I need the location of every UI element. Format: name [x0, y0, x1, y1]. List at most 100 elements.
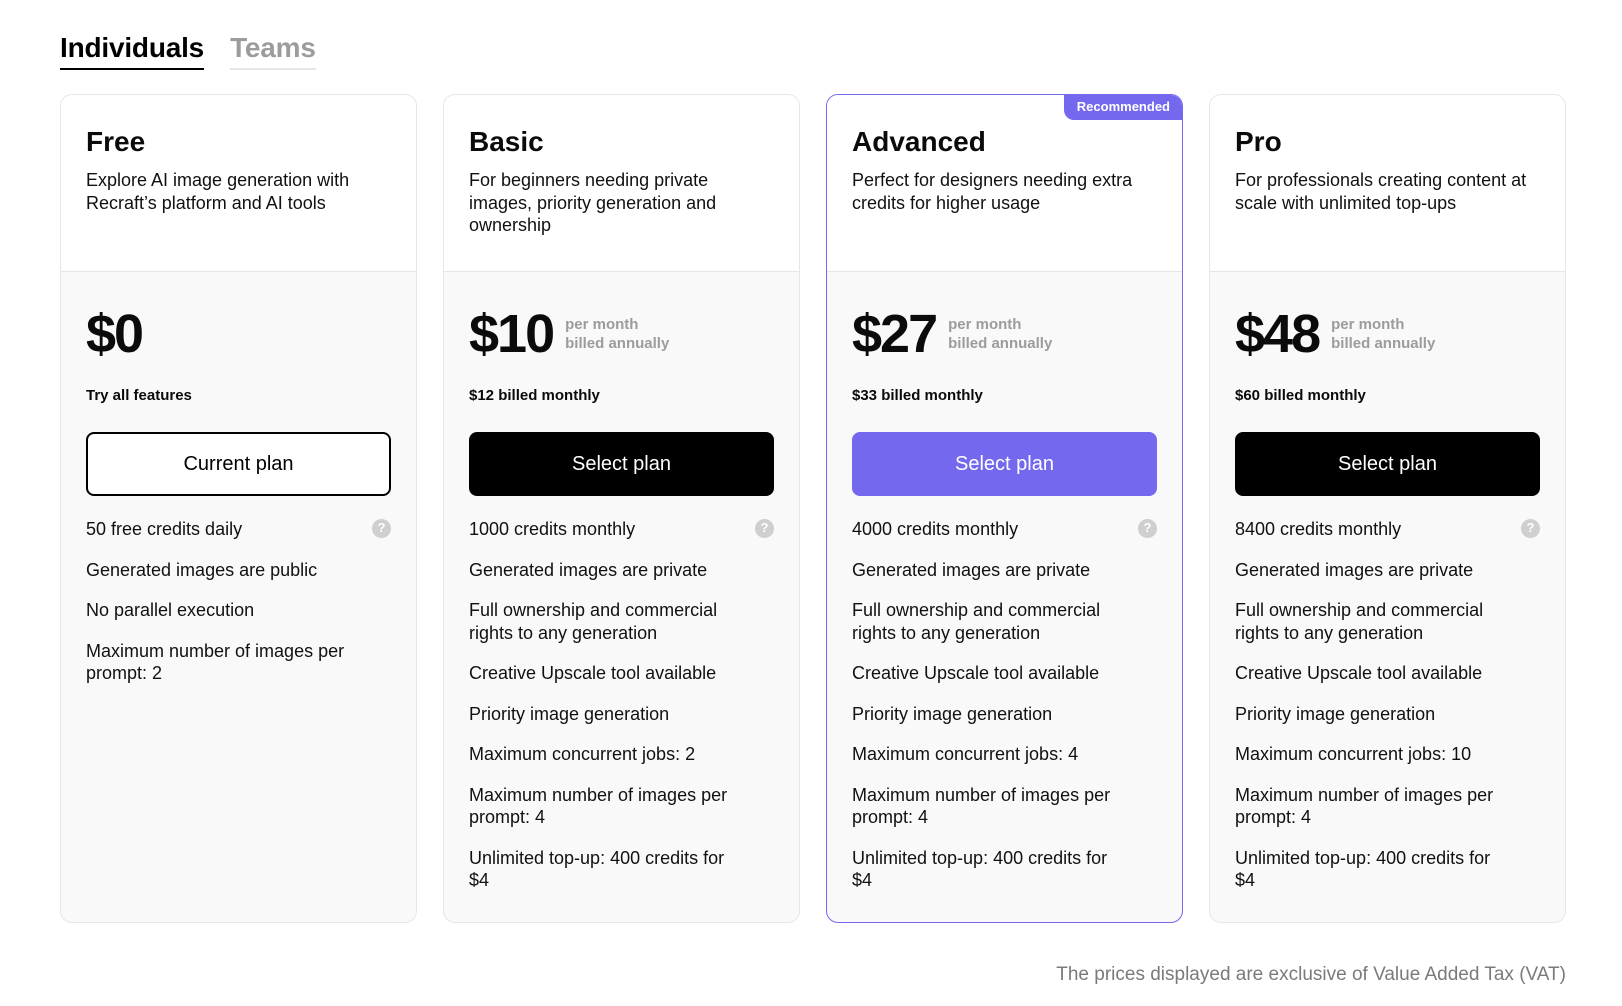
plan-body: $27 per month billed annually $33 billed… [827, 272, 1182, 910]
plan-header: Basic For beginners needing private imag… [444, 95, 799, 272]
recommended-badge: Recommended [1063, 95, 1182, 120]
price-period: per month [565, 316, 639, 333]
question-circle-icon[interactable]: ? [372, 519, 391, 538]
feature-item: Generated images are public [86, 559, 391, 582]
plan-description: For professionals creating content at sc… [1235, 170, 1527, 213]
feature-item: 1000 credits monthly? [469, 518, 774, 541]
plan-body: $10 per month billed annually $12 billed… [444, 272, 799, 910]
feature-item: Maximum number of images per prompt: 4 [469, 784, 774, 829]
plan-name: Free [86, 126, 146, 157]
feature-item: Generated images are private [1235, 559, 1540, 582]
question-circle-icon[interactable]: ? [1138, 519, 1157, 538]
feature-text: Generated images are private [469, 559, 708, 580]
current-plan-button[interactable]: Current plan [86, 432, 391, 496]
feature-text: 1000 credits monthly [469, 519, 636, 539]
feature-item: 8400 credits monthly? [1235, 518, 1540, 541]
feature-text: Unlimited top-up: 400 credits for $4 [469, 847, 725, 891]
price-row: $27 per month billed annually [852, 304, 1157, 364]
select-plan-button[interactable]: Select plan [469, 432, 774, 496]
feature-item: No parallel execution [86, 599, 391, 622]
billed-monthly-text: $33 billed monthly [852, 387, 983, 404]
feature-text: Full ownership and commercial rights to … [469, 600, 718, 643]
select-plan-button[interactable]: Select plan [1235, 432, 1540, 496]
feature-item: Creative Upscale tool available [469, 662, 774, 685]
feature-item: Priority image generation [852, 703, 1157, 726]
price-billing: billed annually [948, 335, 1053, 352]
plan-price: $27 [852, 304, 938, 364]
feature-text: Maximum concurrent jobs: 10 [1235, 744, 1472, 764]
feature-item: Maximum concurrent jobs: 2 [469, 743, 774, 766]
plan-price: $10 [469, 304, 555, 364]
question-circle-icon[interactable]: ? [1521, 519, 1540, 538]
feature-item: Creative Upscale tool available [1235, 662, 1540, 685]
plan-name: Basic [469, 126, 544, 157]
feature-item: Unlimited top-up: 400 credits for $4 [1235, 847, 1540, 892]
feature-item: Creative Upscale tool available [852, 662, 1157, 685]
price-billing: billed annually [565, 335, 670, 352]
feature-list: 1000 credits monthly? Generated images a… [469, 518, 774, 892]
feature-item: Full ownership and commercial rights to … [1235, 599, 1540, 644]
billed-monthly-text: $60 billed monthly [1235, 387, 1366, 404]
price-note: per month billed annually [1331, 315, 1435, 353]
plan-header: Pro For professionals creating content a… [1210, 95, 1565, 272]
plan-card-basic: Basic For beginners needing private imag… [443, 94, 800, 923]
plan-card-advanced: Recommended Advanced Perfect for designe… [826, 94, 1183, 923]
feature-text: 8400 credits monthly [1235, 519, 1402, 539]
plan-body: $48 per month billed annually $60 billed… [1210, 272, 1565, 910]
question-circle-icon[interactable]: ? [755, 519, 774, 538]
feature-item: Maximum concurrent jobs: 4 [852, 743, 1157, 766]
feature-item: Full ownership and commercial rights to … [852, 599, 1157, 644]
plan-name: Advanced [852, 126, 986, 157]
plan-description: Perfect for designers needing extra cred… [852, 170, 1133, 213]
feature-text: Creative Upscale tool available [1235, 663, 1483, 683]
feature-item: Generated images are private [469, 559, 774, 582]
price-row: $10 per month billed annually [469, 304, 774, 364]
feature-text: Generated images are private [1235, 559, 1474, 580]
select-plan-button[interactable]: Select plan [852, 432, 1157, 496]
feature-text: 50 free credits daily [86, 519, 243, 539]
feature-text: Unlimited top-up: 400 credits for $4 [1235, 847, 1491, 891]
feature-text: 4000 credits monthly [852, 519, 1019, 539]
plan-price: $0 [86, 304, 144, 364]
billed-monthly-text: Try all features [86, 387, 192, 404]
feature-list: 50 free credits daily? Generated images … [86, 518, 391, 685]
plan-description: For beginners needing private images, pr… [469, 170, 717, 235]
feature-text: Maximum number of images per prompt: 2 [86, 640, 345, 684]
plan-price: $48 [1235, 304, 1321, 364]
price-billing: billed annually [1331, 335, 1436, 352]
feature-text: Priority image generation [1235, 703, 1436, 724]
feature-item: Maximum concurrent jobs: 10 [1235, 743, 1540, 766]
price-note: per month billed annually [948, 315, 1052, 353]
price-period: per month [948, 316, 1022, 333]
plan-card-pro: Pro For professionals creating content a… [1209, 94, 1566, 923]
feature-text: Full ownership and commercial rights to … [1235, 600, 1484, 643]
feature-item: Maximum number of images per prompt: 2 [86, 640, 391, 685]
tab-individuals[interactable]: Individuals [60, 32, 204, 70]
feature-text: Priority image generation [852, 703, 1053, 724]
feature-text: Creative Upscale tool available [852, 663, 1100, 683]
plan-card-free: Free Explore AI image generation with Re… [60, 94, 417, 923]
feature-text: Maximum concurrent jobs: 4 [852, 744, 1079, 764]
feature-text: No parallel execution [86, 600, 255, 620]
plan-name: Pro [1235, 126, 1282, 157]
feature-item: Generated images are private [852, 559, 1157, 582]
feature-item: Unlimited top-up: 400 credits for $4 [469, 847, 774, 892]
tab-teams[interactable]: Teams [230, 32, 316, 70]
plan-body: $0 Try all features Current plan 50 free… [61, 272, 416, 703]
feature-item: Unlimited top-up: 400 credits for $4 [852, 847, 1157, 892]
price-row: $0 [86, 304, 391, 364]
feature-item: Maximum number of images per prompt: 4 [1235, 784, 1540, 829]
price-note: per month billed annually [565, 315, 669, 353]
plan-header: Free Explore AI image generation with Re… [61, 95, 416, 272]
plan-header: Advanced Perfect for designers needing e… [827, 95, 1182, 272]
feature-text: Creative Upscale tool available [469, 663, 717, 683]
feature-text: Maximum concurrent jobs: 2 [469, 744, 696, 764]
feature-item: 4000 credits monthly? [852, 518, 1157, 541]
feature-item: Priority image generation [1235, 703, 1540, 726]
price-row: $48 per month billed annually [1235, 304, 1540, 364]
feature-text: Generated images are private [852, 559, 1091, 580]
feature-text: Maximum number of images per prompt: 4 [1235, 784, 1494, 828]
feature-text: Maximum number of images per prompt: 4 [852, 784, 1111, 828]
feature-item: 50 free credits daily? [86, 518, 391, 541]
feature-text: Full ownership and commercial rights to … [852, 600, 1101, 643]
